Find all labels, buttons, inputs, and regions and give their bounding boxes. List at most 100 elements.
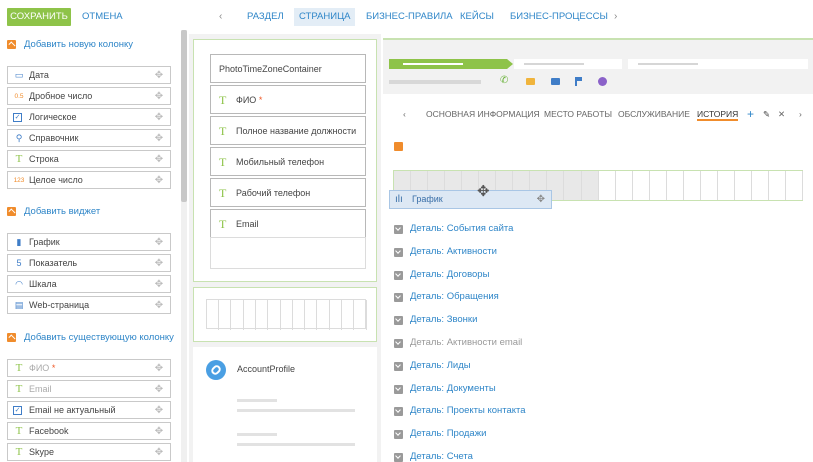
item-label-text: Логическое <box>29 112 77 122</box>
profile-field[interactable]: T Email <box>210 209 366 238</box>
grid-cell <box>318 300 330 330</box>
expand-icon[interactable] <box>394 293 403 303</box>
drag-handle-icon[interactable]: ✥ <box>153 69 165 82</box>
draggable-item[interactable]: T ФИО * ✥ <box>7 359 171 377</box>
drag-handle-icon[interactable]: ✥ <box>153 257 165 270</box>
expand-icon[interactable] <box>394 270 403 280</box>
tab-history[interactable]: ИСТОРИЯ <box>697 107 739 121</box>
item-label-text: График <box>29 237 60 247</box>
tab-service[interactable]: ОБСЛУЖИВАНИЕ <box>618 107 690 121</box>
expand-icon[interactable] <box>394 407 403 417</box>
grid-cell <box>342 300 355 330</box>
group-collapse-icon[interactable] <box>394 142 403 151</box>
page-header-container: ✆ <box>383 38 813 94</box>
expand-icon[interactable] <box>394 361 403 371</box>
stage-active <box>389 59 507 69</box>
expand-icon[interactable] <box>394 453 403 462</box>
expand-icon[interactable] <box>394 430 403 440</box>
empty-layout-grid[interactable] <box>206 299 367 330</box>
expand-icon[interactable] <box>394 339 403 348</box>
expand-icon[interactable] <box>394 247 403 257</box>
drag-handle-icon[interactable]: ✥ <box>153 236 165 249</box>
next-tab-arrow-icon[interactable]: › <box>614 8 617 26</box>
drag-handle-icon[interactable]: ✥ <box>153 425 165 438</box>
tab-workplace[interactable]: МЕСТО РАБОТЫ <box>544 107 612 121</box>
drag-handle-icon[interactable]: ✥ <box>153 90 165 103</box>
draggable-item[interactable]: 0.5 Дробное число ✥ <box>7 87 171 105</box>
drag-handle-icon[interactable]: ✥ <box>537 193 545 206</box>
call-icon[interactable]: ✆ <box>500 76 509 86</box>
grid-cell <box>219 300 232 330</box>
drag-handle-icon[interactable]: ✥ <box>153 362 165 375</box>
left-panel-scroll-thumb[interactable] <box>181 30 187 202</box>
tab-business-rules[interactable]: БИЗНЕС-ПРАВИЛА <box>366 8 453 26</box>
draggable-item[interactable]: ▭ Дата ✥ <box>7 66 171 84</box>
placeholder-line <box>389 80 481 84</box>
globe-icon[interactable] <box>598 77 607 86</box>
empty-drop-cell[interactable] <box>210 237 366 269</box>
draggable-item[interactable]: T Facebook ✥ <box>7 422 171 440</box>
edit-tab-icon[interactable]: ✎ <box>763 107 770 121</box>
draggable-item[interactable]: ⚲ Справочник ✥ <box>7 129 171 147</box>
profile-field[interactable]: T Рабочий телефон <box>210 178 366 207</box>
tab-business-processes[interactable]: БИЗНЕС-ПРОЦЕССЫ <box>510 8 608 26</box>
profile-field[interactable]: PhotoTimeZoneContainer <box>210 54 366 83</box>
item-label-text: Справочник <box>29 133 79 143</box>
drag-handle-icon[interactable]: ✥ <box>153 278 165 291</box>
drag-handle-icon[interactable]: ✥ <box>153 153 165 166</box>
drag-handle-icon[interactable]: ✥ <box>153 383 165 396</box>
tab-main-info[interactable]: ОСНОВНАЯ ИНФОРМАЦИЯ <box>426 107 540 121</box>
item-label: ФИО * <box>29 360 55 377</box>
email-icon[interactable] <box>526 78 535 85</box>
message-icon[interactable] <box>551 78 560 85</box>
draggable-item[interactable]: ▮ График ✥ <box>7 233 171 251</box>
drag-handle-icon[interactable]: ✥ <box>153 132 165 145</box>
expand-icon[interactable] <box>394 225 403 234</box>
profile-field[interactable]: T Мобильный телефон <box>210 147 366 176</box>
text-icon: T <box>219 217 227 231</box>
remove-tab-icon[interactable]: ✕ <box>778 107 785 121</box>
draggable-item[interactable]: ◠ Шкала ✥ <box>7 275 171 293</box>
draggable-item[interactable]: ✓ Логическое ✥ <box>7 108 171 126</box>
drag-handle-icon[interactable]: ✥ <box>153 404 165 417</box>
tabs-prev-arrow-icon[interactable]: ‹ <box>403 107 406 121</box>
drag-handle-icon[interactable]: ✥ <box>153 174 165 187</box>
profile-field[interactable]: T Полное название должности <box>210 116 366 145</box>
grid-cell <box>735 171 752 200</box>
chart-icon: ılı <box>395 194 403 205</box>
draggable-item[interactable]: 123 Целое число ✥ <box>7 171 171 189</box>
field-label-text: Мобильный телефон <box>236 157 325 167</box>
tab-cases[interactable]: КЕЙСЫ <box>460 8 494 26</box>
draggable-item[interactable]: T Email ✥ <box>7 380 171 398</box>
top-toolbar: СОХРАНИТЬ ОТМЕНА ‹ РАЗДЕЛ СТРАНИЦА БИЗНЕ… <box>0 0 813 34</box>
prev-tab-arrow-icon[interactable]: ‹ <box>219 8 222 26</box>
draggable-item[interactable]: ▤ Web-страница ✥ <box>7 296 171 314</box>
web-page-icon: ▤ <box>14 300 24 310</box>
add-tab-icon[interactable]: + <box>747 107 754 121</box>
expand-icon[interactable] <box>394 316 403 326</box>
left-designer-panel: Добавить новую колонку ▭ Дата ✥ 0.5 Дробное … <box>0 34 180 462</box>
draggable-item[interactable]: T Skype ✥ <box>7 443 171 461</box>
field-label: Рабочий телефон <box>236 179 310 207</box>
tabs-next-arrow-icon[interactable]: › <box>799 107 802 121</box>
draggable-item[interactable]: 5 Показатель ✥ <box>7 254 171 272</box>
field-label-text: Полное название должности <box>236 126 357 136</box>
drag-handle-icon[interactable]: ✥ <box>153 446 165 459</box>
tab-page[interactable]: СТРАНИЦА <box>294 8 356 26</box>
draggable-item[interactable]: ✓ Email не актуальный ✥ <box>7 401 171 419</box>
field-label-text: PhotoTimeZoneContainer <box>219 64 322 74</box>
lookup-icon: ⚲ <box>15 133 23 143</box>
expand-icon[interactable] <box>394 384 403 394</box>
required-mark: * <box>51 363 56 373</box>
save-button[interactable]: СОХРАНИТЬ <box>7 8 71 26</box>
item-label: Дата <box>29 67 49 84</box>
dragged-chart-widget[interactable]: ılı График ✥ <box>389 190 552 209</box>
profile-field[interactable]: T ФИО * <box>210 85 366 114</box>
drag-handle-icon[interactable]: ✥ <box>153 299 165 312</box>
tab-section[interactable]: РАЗДЕЛ <box>247 8 284 26</box>
drag-handle-icon[interactable]: ✥ <box>153 111 165 124</box>
draggable-item[interactable]: T Строка ✥ <box>7 150 171 168</box>
cancel-button[interactable]: ОТМЕНА <box>82 8 123 26</box>
gauge-icon: ◠ <box>15 279 23 289</box>
flag-icon[interactable] <box>575 77 582 86</box>
